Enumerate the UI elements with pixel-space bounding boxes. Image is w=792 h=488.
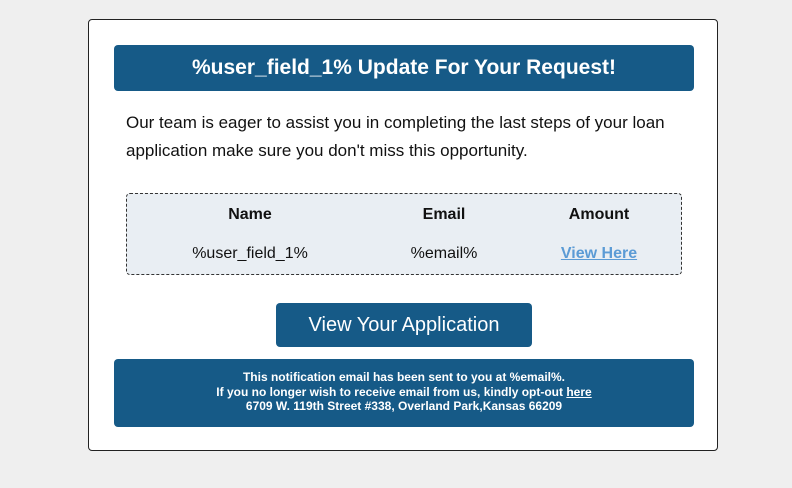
table-cell-email: %email%: [410, 245, 478, 262]
info-table: Name Email Amount %user_field_1% %email%…: [126, 193, 682, 275]
view-here-link[interactable]: View Here: [561, 245, 637, 262]
table-header-name: Name: [228, 206, 272, 223]
table-header-email: Email: [422, 206, 466, 223]
footer-notice: This notification email has been sent to…: [242, 370, 566, 384]
footer-optout-text: If you no longer wish to receive email f…: [216, 384, 567, 399]
footer-optout-line: If you no longer wish to receive email f…: [114, 385, 694, 400]
table-header-amount: Amount: [568, 206, 630, 223]
table-cell-name: %user_field_1%: [192, 245, 308, 262]
header-banner: %user_field_1% Update For Your Request!: [114, 45, 694, 91]
table-cell-amount: View Here: [524, 245, 674, 263]
optout-link[interactable]: here: [566, 385, 591, 399]
email-card: %user_field_1% Update For Your Request! …: [88, 19, 718, 451]
footer-banner: This notification email has been sent to…: [114, 359, 694, 427]
view-application-button[interactable]: View Your Application: [276, 303, 532, 347]
intro-text: Our team is eager to assist you in compl…: [126, 113, 665, 160]
footer-address: 6709 W. 119th Street #338, Overland Park…: [245, 399, 563, 413]
